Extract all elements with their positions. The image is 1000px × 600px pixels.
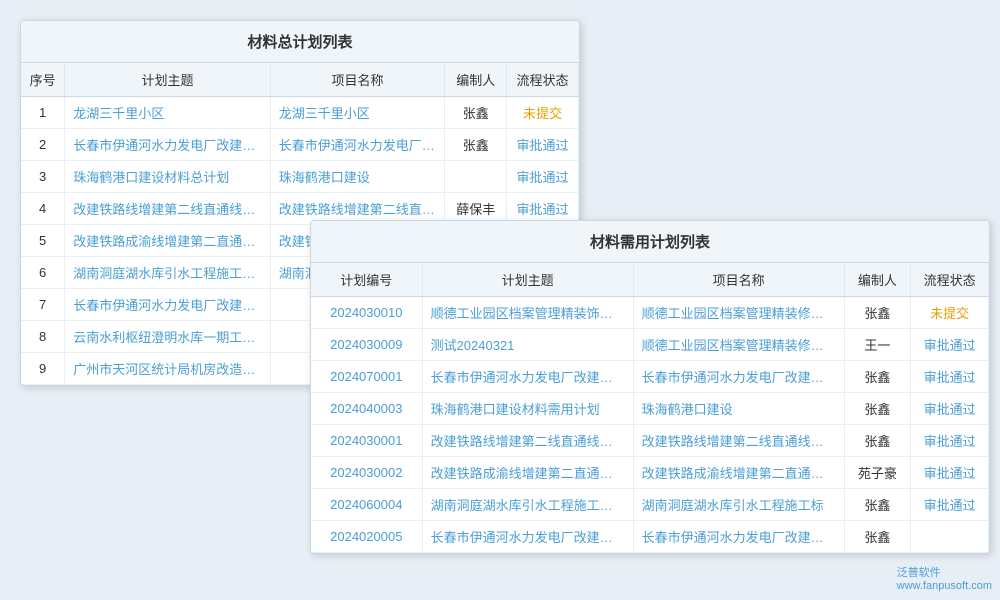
table2-cell-project[interactable]: 改建铁路成渝线增建第二直通线（成… bbox=[633, 457, 844, 489]
table2-cell-id[interactable]: 2024030001 bbox=[311, 425, 422, 457]
table1-cell-theme[interactable]: 云南水利枢纽澄明水库一期工程施工标材料… bbox=[65, 321, 271, 353]
table2-header-row: 计划编号 计划主题 项目名称 编制人 流程状态 bbox=[311, 263, 989, 297]
table2-row: 2024020005 长春市伊通河水力发电厂改建工程材… 长春市伊通河水力发电厂… bbox=[311, 521, 989, 553]
table2-cell-theme[interactable]: 长春市伊通河水力发电厂改建工程合… bbox=[422, 361, 633, 393]
table2-cell-status: 未提交 bbox=[911, 297, 989, 329]
table1-cell-editor: 张鑫 bbox=[445, 97, 507, 129]
table2-cell-theme[interactable]: 测试20240321 bbox=[422, 329, 633, 361]
table1-cell-id: 7 bbox=[21, 289, 65, 321]
table1-cell-theme[interactable]: 湖南洞庭湖水库引水工程施工标材料总计划 bbox=[65, 257, 271, 289]
table2-row: 2024070001 长春市伊通河水力发电厂改建工程合… 长春市伊通河水力发电厂… bbox=[311, 361, 989, 393]
table1-cell-theme[interactable]: 广州市天河区统计局机房改造项目材料总计划 bbox=[65, 353, 271, 385]
watermark-url: www.fanpusoft.com bbox=[897, 580, 992, 592]
table2-cell-project[interactable]: 珠海鹤港口建设 bbox=[633, 393, 844, 425]
table2-cell-editor: 王一 bbox=[844, 329, 911, 361]
table1-title: 材料总计划列表 bbox=[21, 21, 579, 63]
table2-cell-status: 审批通过 bbox=[911, 457, 989, 489]
table2-cell-project[interactable]: 长春市伊通河水力发电厂改建工程 bbox=[633, 361, 844, 393]
table2-cell-id[interactable]: 2024020005 bbox=[311, 521, 422, 553]
table2-cell-editor: 张鑫 bbox=[844, 297, 911, 329]
table2-cell-project[interactable]: 长春市伊通河水力发电厂改建工程 bbox=[633, 521, 844, 553]
table1-cell-theme[interactable]: 珠海鹤港口建设材料总计划 bbox=[65, 161, 271, 193]
table1-cell-id: 6 bbox=[21, 257, 65, 289]
table2-row: 2024040003 珠海鹤港口建设材料需用计划 珠海鹤港口建设 张鑫 审批通过 bbox=[311, 393, 989, 425]
table1-cell-id: 5 bbox=[21, 225, 65, 257]
watermark-brand: 泛普软件 bbox=[897, 567, 941, 579]
table2-cell-theme[interactable]: 珠海鹤港口建设材料需用计划 bbox=[422, 393, 633, 425]
table2-cell-project[interactable]: 顺德工业园区档案管理精装修工程（… bbox=[633, 297, 844, 329]
table2-col-id: 计划编号 bbox=[311, 263, 422, 297]
table1-header-row: 序号 计划主题 项目名称 编制人 流程状态 bbox=[21, 63, 579, 97]
table1-cell-id: 9 bbox=[21, 353, 65, 385]
table2-cell-id[interactable]: 2024030010 bbox=[311, 297, 422, 329]
table1-cell-theme[interactable]: 改建铁路线增建第二线直通线（成都-西安）… bbox=[65, 193, 271, 225]
table2-cell-status bbox=[911, 521, 989, 553]
table2-cell-id[interactable]: 2024070001 bbox=[311, 361, 422, 393]
table2-cell-editor: 张鑫 bbox=[844, 393, 911, 425]
table1-cell-id: 2 bbox=[21, 129, 65, 161]
table1-cell-project[interactable]: 长春市伊通河水力发电厂改建工程 bbox=[270, 129, 445, 161]
table2-cell-editor: 苑子豪 bbox=[844, 457, 911, 489]
table2-cell-theme[interactable]: 湖南洞庭湖水库引水工程施工标材… bbox=[422, 489, 633, 521]
table1-cell-status: 审批通过 bbox=[507, 161, 579, 193]
table1-cell-id: 4 bbox=[21, 193, 65, 225]
table2-cell-id[interactable]: 2024030002 bbox=[311, 457, 422, 489]
table2-cell-project[interactable]: 湖南洞庭湖水库引水工程施工标 bbox=[633, 489, 844, 521]
table2-cell-theme[interactable]: 顺德工业园区档案管理精装饰工程（… bbox=[422, 297, 633, 329]
table2-cell-status: 审批通过 bbox=[911, 329, 989, 361]
table1-col-status: 流程状态 bbox=[507, 63, 579, 97]
table2-cell-theme[interactable]: 改建铁路成渝线增建第二直通线（成… bbox=[422, 457, 633, 489]
table2-cell-status: 审批通过 bbox=[911, 425, 989, 457]
table1-cell-editor bbox=[445, 161, 507, 193]
table2-cell-theme[interactable]: 长春市伊通河水力发电厂改建工程材… bbox=[422, 521, 633, 553]
table2-cell-id[interactable]: 2024060004 bbox=[311, 489, 422, 521]
table1-row: 2 长春市伊通河水力发电厂改建工程合同材料… 长春市伊通河水力发电厂改建工程 张… bbox=[21, 129, 579, 161]
table2-col-theme: 计划主题 bbox=[422, 263, 633, 297]
table2-row: 2024060004 湖南洞庭湖水库引水工程施工标材… 湖南洞庭湖水库引水工程施… bbox=[311, 489, 989, 521]
table1-cell-project[interactable]: 珠海鹤港口建设 bbox=[270, 161, 445, 193]
table2-cell-editor: 张鑫 bbox=[844, 425, 911, 457]
table1-row: 1 龙湖三千里小区 龙湖三千里小区 张鑫 未提交 bbox=[21, 97, 579, 129]
table1-col-project: 项目名称 bbox=[270, 63, 445, 97]
table1-cell-id: 3 bbox=[21, 161, 65, 193]
table2-cell-id[interactable]: 2024030009 bbox=[311, 329, 422, 361]
table1-cell-editor: 张鑫 bbox=[445, 129, 507, 161]
table2-title: 材料需用计划列表 bbox=[311, 221, 989, 263]
table1-cell-status: 审批通过 bbox=[507, 129, 579, 161]
table2-grid: 计划编号 计划主题 项目名称 编制人 流程状态 2024030010 顺德工业园… bbox=[311, 263, 989, 553]
table2-col-editor: 编制人 bbox=[844, 263, 911, 297]
table1-cell-theme[interactable]: 长春市伊通河水力发电厂改建工程合同材料… bbox=[65, 129, 271, 161]
table1-cell-theme[interactable]: 长春市伊通河水力发电厂改建工程材料总计划 bbox=[65, 289, 271, 321]
table2-cell-editor: 张鑫 bbox=[844, 361, 911, 393]
table2-col-status: 流程状态 bbox=[911, 263, 989, 297]
table2-cell-id[interactable]: 2024040003 bbox=[311, 393, 422, 425]
table1-col-theme: 计划主题 bbox=[65, 63, 271, 97]
table2-cell-status: 审批通过 bbox=[911, 393, 989, 425]
material-need-plan-table: 材料需用计划列表 计划编号 计划主题 项目名称 编制人 流程状态 2024030… bbox=[310, 220, 990, 554]
table2-row: 2024030001 改建铁路线增建第二线直通线（成都… 改建铁路线增建第二线直… bbox=[311, 425, 989, 457]
table1-cell-project[interactable]: 龙湖三千里小区 bbox=[270, 97, 445, 129]
watermark: 泛普软件 www.fanpusoft.com bbox=[897, 564, 992, 592]
table1-col-id: 序号 bbox=[21, 63, 65, 97]
table2-cell-status: 审批通过 bbox=[911, 361, 989, 393]
table2-cell-editor: 张鑫 bbox=[844, 521, 911, 553]
table2-cell-editor: 张鑫 bbox=[844, 489, 911, 521]
table2-row: 2024030002 改建铁路成渝线增建第二直通线（成… 改建铁路成渝线增建第二… bbox=[311, 457, 989, 489]
table2-row: 2024030009 测试20240321 顺德工业园区档案管理精装修工程（… … bbox=[311, 329, 989, 361]
table1-cell-id: 1 bbox=[21, 97, 65, 129]
table2-col-project: 项目名称 bbox=[633, 263, 844, 297]
table1-cell-theme[interactable]: 龙湖三千里小区 bbox=[65, 97, 271, 129]
table1-row: 3 珠海鹤港口建设材料总计划 珠海鹤港口建设 审批通过 bbox=[21, 161, 579, 193]
table1-cell-id: 8 bbox=[21, 321, 65, 353]
table2-cell-project[interactable]: 改建铁路线增建第二线直通线（成都… bbox=[633, 425, 844, 457]
table1-col-editor: 编制人 bbox=[445, 63, 507, 97]
table2-row: 2024030010 顺德工业园区档案管理精装饰工程（… 顺德工业园区档案管理精… bbox=[311, 297, 989, 329]
table2-cell-theme[interactable]: 改建铁路线增建第二线直通线（成都… bbox=[422, 425, 633, 457]
table1-cell-theme[interactable]: 改建铁路成渝线增建第二直通线（成渝枢纽… bbox=[65, 225, 271, 257]
table2-cell-project[interactable]: 顺德工业园区档案管理精装修工程（… bbox=[633, 329, 844, 361]
table2-cell-status: 审批通过 bbox=[911, 489, 989, 521]
table1-cell-status: 未提交 bbox=[507, 97, 579, 129]
